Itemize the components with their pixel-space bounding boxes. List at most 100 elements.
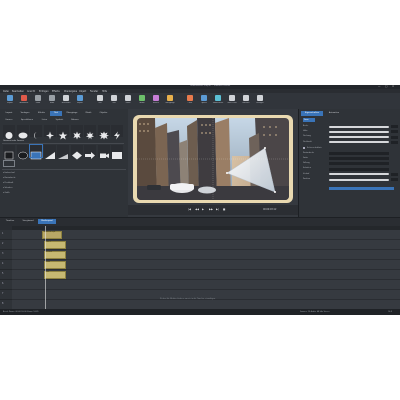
geo-shape-item[interactable]: Oval: [16, 145, 29, 160]
subtab-formen[interactable]: Formen: [2, 118, 16, 123]
timeline-clip[interactable]: Text: [44, 270, 66, 279]
toolbar-button-effekte[interactable]: Effekte: [150, 94, 162, 108]
timeline-clip[interactable]: Titel 1: [44, 240, 66, 249]
track-lane[interactable]: [12, 270, 400, 280]
track-lane[interactable]: [12, 240, 400, 250]
property-slider[interactable]: [329, 136, 389, 139]
toolbar-button-text[interactable]: Text: [108, 94, 120, 108]
transport-button-5[interactable]: ■: [223, 208, 225, 211]
shape-item[interactable]: Stern 6: [70, 125, 83, 140]
geo-shape-item[interactable]: Pfeil: [84, 145, 96, 159]
property-row[interactable]: ▸ Konturbreite: [3, 177, 43, 181]
toolbar-button-aufnahme[interactable]: Aufnahme: [18, 94, 30, 108]
toolbar-button-undo[interactable]: Undo: [32, 94, 44, 108]
subtab-linien[interactable]: Linien: [38, 118, 51, 123]
aspect-checkbox[interactable]: [303, 147, 305, 149]
track-header[interactable]: 7: [0, 290, 12, 300]
track-lane[interactable]: [12, 280, 400, 290]
transport-button-0[interactable]: |◀: [188, 208, 191, 211]
geo-shape-item[interactable]: Rechteck: [29, 144, 43, 160]
property-row[interactable]: ▸ Schatten: [3, 187, 43, 191]
toolbar-button-import[interactable]: Import: [4, 94, 16, 108]
property-row[interactable]: ▸ Deckkraft: [3, 182, 43, 186]
property-value[interactable]: [391, 135, 398, 139]
property-slider[interactable]: [329, 130, 389, 133]
shape-item[interactable]: Stern 4: [43, 125, 56, 140]
property-dropdown[interactable]: [329, 167, 389, 171]
property-dropdown[interactable]: [329, 157, 389, 161]
shape-item[interactable]: Zacken: [97, 125, 110, 140]
toolbar-button-zoom[interactable]: Zoom: [122, 94, 134, 108]
shape-item[interactable]: Kreis: [3, 125, 15, 139]
toolbar-button-speed[interactable]: Speed: [198, 94, 210, 108]
toolbar-button-titel[interactable]: Titel: [94, 94, 106, 108]
track-header[interactable]: 3: [0, 250, 12, 260]
property-slider[interactable]: [329, 141, 389, 144]
track-header[interactable]: 5: [0, 270, 12, 280]
track-header[interactable]: 1: [0, 230, 12, 240]
geo-shape-item[interactable]: Form: [111, 145, 123, 159]
tab-animation[interactable]: Animation: [324, 111, 344, 116]
tab-storyboard[interactable]: Storyboard: [19, 219, 37, 224]
property-value[interactable]: [391, 140, 398, 144]
tab-titel[interactable]: Titel: [50, 111, 62, 116]
shape-item[interactable]: Ellipse: [16, 125, 29, 139]
shape-item[interactable]: Stern 5: [57, 125, 69, 140]
geo-shape-item[interactable]: Quadrat: [3, 145, 15, 160]
timeline-clip[interactable]: Form: [44, 260, 66, 269]
toolbar-button-color[interactable]: Color: [184, 94, 196, 108]
property-value[interactable]: [391, 178, 398, 181]
toolbar-button-intro-outro[interactable]: Intro/Outro: [226, 94, 238, 108]
toolbar-button-audio[interactable]: Audio: [136, 94, 148, 108]
property-dropdown[interactable]: [329, 162, 389, 166]
property-slider[interactable]: [329, 173, 389, 176]
property-dropdown[interactable]: [329, 152, 389, 155]
shape-item[interactable]: Blitz: [111, 125, 123, 140]
property-slider[interactable]: [329, 125, 389, 128]
subtab-rahmen[interactable]: Rahmen: [68, 118, 82, 123]
tab-effekte[interactable]: Effekte: [34, 111, 49, 116]
shape-item[interactable]: Stern 7: [84, 125, 96, 140]
toolbar-button-redo[interactable]: Redo: [46, 94, 58, 108]
tab--berg-nge[interactable]: Übergänge: [63, 111, 81, 116]
tab-musik[interactable]: Musik: [82, 111, 95, 116]
geo-shape-item[interactable]: Dreieck: [43, 145, 56, 159]
property-value[interactable]: [391, 125, 398, 129]
track-header[interactable]: 6: [0, 280, 12, 290]
transport-button-1[interactable]: ◀◀: [195, 208, 199, 211]
empty-slot[interactable]: [3, 160, 15, 167]
subtab-symbole[interactable]: Symbole: [52, 118, 67, 123]
property-value[interactable]: [391, 172, 398, 176]
transport-button-2[interactable]: ▶: [202, 208, 204, 211]
property-row[interactable]: ▸ Größe: [3, 192, 43, 196]
color-swatch[interactable]: [329, 187, 394, 190]
shape-item[interactable]: Halbmond: [30, 125, 42, 139]
maximize-icon[interactable]: □: [385, 85, 387, 88]
tab-vorlagen[interactable]: Vorlagen: [17, 111, 33, 116]
subtab-sprechblasen[interactable]: Sprechblasen: [17, 118, 37, 123]
transport-button-4[interactable]: ▶|: [216, 208, 219, 211]
toolbar-button-vorlagen[interactable]: Vorlagen: [254, 94, 266, 108]
toolbar-button-export[interactable]: Export: [74, 94, 86, 108]
geo-shape-item[interactable]: Kamera: [97, 145, 110, 158]
track-lane[interactable]: [12, 250, 400, 260]
section-tab[interactable]: Form: [303, 118, 315, 122]
toolbar-button-stabilisieren[interactable]: Stabilisieren: [212, 94, 224, 108]
property-slider[interactable]: [329, 178, 389, 181]
toolbar-button-rahmen[interactable]: Rahmen: [240, 94, 252, 108]
track-lane[interactable]: [12, 260, 400, 270]
track-header[interactable]: 4: [0, 260, 12, 270]
geo-shape-item[interactable]: Rampe: [57, 145, 69, 159]
tab-import[interactable]: Import: [2, 111, 16, 116]
transport-button-3[interactable]: ▶▶: [209, 208, 213, 211]
property-row[interactable]: ▸ Farbverlauf: [3, 172, 43, 176]
toolbar-button-schneiden[interactable]: Schneiden: [60, 94, 72, 108]
track-lane[interactable]: [12, 230, 400, 240]
toolbar-button--berg-nge[interactable]: Übergänge: [164, 94, 176, 108]
track-header[interactable]: 2: [0, 240, 12, 250]
property-value[interactable]: [391, 130, 398, 134]
playhead[interactable]: [45, 226, 46, 310]
close-icon[interactable]: ✕: [392, 85, 394, 88]
tab-medienpool[interactable]: Medienpool: [38, 219, 56, 224]
video-preview[interactable]: [137, 118, 289, 200]
